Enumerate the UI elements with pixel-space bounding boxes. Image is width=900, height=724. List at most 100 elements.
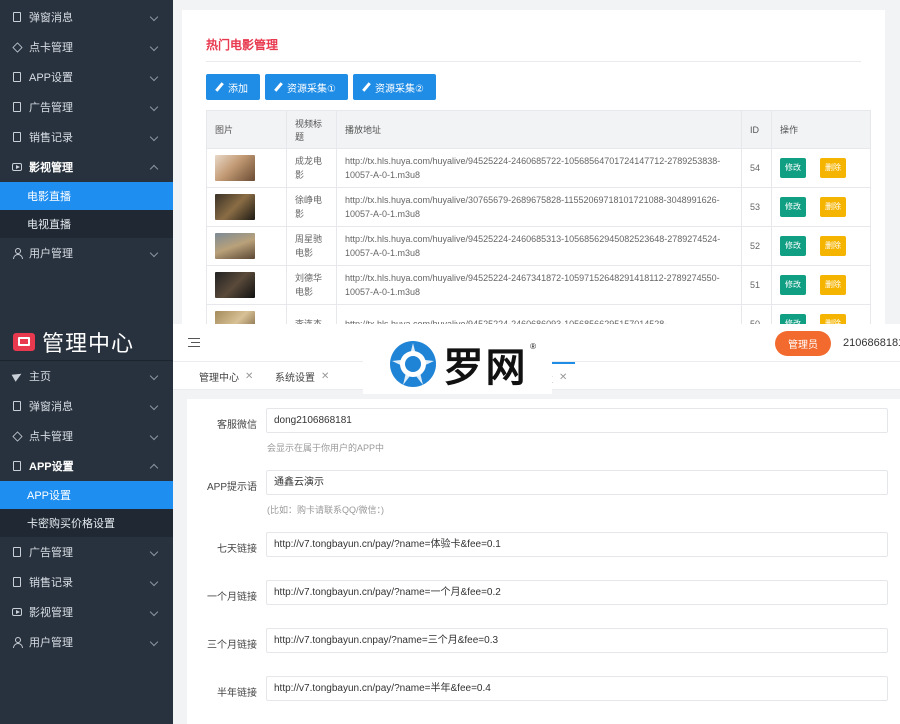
delete-button[interactable]: 删除 [820, 197, 846, 217]
field-label: 半年链接 [217, 688, 257, 699]
field-label: 一个月链接 [207, 592, 257, 603]
delete-button[interactable]: 删除 [820, 275, 846, 295]
sidebar-item-app-settings[interactable]: APP设置 [0, 62, 173, 92]
movie-url: http://tx.hls.huya.com/huyalive/94525224… [336, 304, 742, 324]
chevron-down-icon [149, 607, 159, 617]
chevron-down-icon [149, 637, 159, 647]
field-label: 七天链接 [217, 544, 257, 555]
table-row: 刘德华电影 http://tx.hls.huya.com/huyalive/94… [206, 265, 871, 305]
sidebar-item-video-management[interactable]: 影视管理 [0, 152, 173, 182]
sidebar-item-app-settings[interactable]: APP设置 [0, 451, 173, 481]
movie-table: 图片 视频标题 播放地址 ID 操作 成龙电影 http://tx.hls.hu… [206, 110, 871, 324]
edit-button[interactable]: 修改 [780, 236, 806, 256]
sidebar-item-ad-management[interactable]: 广告管理 [0, 537, 173, 567]
chevron-down-icon [149, 577, 159, 587]
sidebar-item-label: APP设置 [29, 72, 74, 84]
collect-resource-2-button[interactable]: 资源采集② [352, 74, 436, 100]
sidebar-item-sales-records[interactable]: 销售记录 [0, 122, 173, 152]
sidebar-item-card-management[interactable]: 点卡管理 [0, 32, 173, 62]
tab-system-settings[interactable]: 系统设置 ✕ [275, 362, 329, 390]
add-button[interactable]: 添加 [206, 74, 260, 100]
play-icon [12, 607, 22, 617]
admin-role-button[interactable]: 管理员 [775, 331, 831, 356]
sidebar-item-sales-records[interactable]: 销售记录 [0, 567, 173, 597]
half-year-link-input[interactable]: http://v7.tongbayun.cn/pay/?name=半年&fee=… [266, 676, 888, 701]
chevron-down-icon [149, 72, 159, 82]
field-hint: 会显示在属于你用户的APP中 [267, 443, 385, 453]
doc-icon [12, 577, 22, 587]
chevron-down-icon [149, 132, 159, 142]
one-month-link-input[interactable]: http://v7.tongbayun.cn/pay/?name=一个月&fee… [266, 580, 888, 605]
sidebar-item-video-management[interactable]: 影视管理 [0, 597, 173, 627]
sidebar-item-card-management[interactable]: 点卡管理 [0, 421, 173, 451]
brand-title: 管理中心 [42, 331, 135, 356]
chevron-up-icon [149, 164, 159, 174]
sidebar-item-ad-management[interactable]: 广告管理 [0, 92, 173, 122]
tab-label: 系统设置 [275, 372, 315, 384]
user-icon [12, 248, 23, 259]
globe-logo-icon [389, 341, 436, 387]
sidebar-item-label: 广告管理 [29, 547, 73, 559]
three-month-link-input[interactable]: http://v7.tongbayun.cnpay/?name=三个月&fee=… [266, 628, 888, 653]
chevron-down-icon [149, 401, 159, 411]
sidebar-subitem-tv-live[interactable]: 电视直播 [0, 210, 173, 238]
sidebar-item-home[interactable]: 主页 [0, 361, 173, 391]
delete-button[interactable]: 删除 [820, 236, 846, 256]
brand: 管理中心 [0, 324, 173, 360]
tab-admin-center[interactable]: 管理中心 ✕ [199, 362, 253, 390]
edit-button[interactable]: 修改 [780, 158, 806, 178]
close-icon[interactable]: ✕ [245, 371, 253, 382]
edit-button[interactable]: 修改 [780, 314, 806, 324]
add-button-label: 添加 [228, 83, 248, 95]
movie-title: 徐峥电影 [286, 187, 337, 227]
collect-1-label: 资源采集① [287, 83, 336, 95]
service-wechat-input[interactable]: dong2106868181 [266, 408, 888, 433]
table-row: 李连杰 http://tx.hls.huya.com/huyalive/9452… [206, 304, 871, 324]
menu-toggle-icon[interactable] [188, 338, 200, 347]
chevron-down-icon [149, 547, 159, 557]
top-sidebar: 弹窗消息 点卡管理 APP设置 广告管理 销售记录 影视管理 电影直播 电视直播… [0, 0, 173, 324]
bottom-sidebar: 管理中心 主页 弹窗消息 点卡管理 APP设置 APP设置 卡密购买价格设置 广… [0, 324, 173, 724]
sidebar-subitem-app-settings[interactable]: APP设置 [0, 481, 173, 509]
sidebar-item-user-management[interactable]: 用户管理 [0, 238, 173, 268]
close-icon[interactable]: ✕ [321, 371, 329, 382]
movie-url: http://tx.hls.huya.com/huyalive/30765679… [336, 187, 742, 227]
chevron-down-icon [149, 371, 159, 381]
close-icon[interactable]: ✕ [559, 372, 567, 383]
delete-button[interactable]: 删除 [820, 158, 846, 178]
doc-icon [12, 132, 22, 142]
column-header: 操作 [771, 110, 871, 149]
movie-id: 51 [741, 265, 772, 305]
toolbar: 添加 资源采集① 资源采集② [206, 74, 436, 100]
app-tip-input[interactable]: 通鑫云演示 [266, 470, 888, 495]
collect-resource-1-button[interactable]: 资源采集① [265, 74, 348, 100]
watermark-logo: 罗网 ® [363, 334, 552, 394]
cube-icon [11, 430, 23, 442]
column-header: 播放地址 [336, 110, 742, 149]
sidebar-subitem-card-price-settings[interactable]: 卡密购买价格设置 [0, 509, 173, 537]
doc-icon [12, 12, 22, 22]
movie-thumbnail [215, 272, 255, 298]
column-header: 视频标题 [286, 110, 337, 149]
sidebar-item-label: 用户管理 [29, 248, 73, 260]
edit-button[interactable]: 修改 [780, 197, 806, 217]
sidebar-item-popup-messages[interactable]: 弹窗消息 [0, 2, 173, 32]
table-row: 成龙电影 http://tx.hls.huya.com/huyalive/945… [206, 148, 871, 188]
movie-title: 成龙电影 [286, 148, 337, 188]
edit-button[interactable]: 修改 [780, 275, 806, 295]
movie-thumbnail [215, 311, 255, 324]
send-icon [11, 370, 23, 382]
sidebar-item-label: 弹窗消息 [29, 12, 73, 24]
user-icon [12, 637, 23, 648]
sidebar-subitem-movie-live[interactable]: 电影直播 [0, 182, 173, 210]
movie-thumbnail [215, 233, 255, 259]
sidebar-item-label: 销售记录 [29, 577, 73, 589]
cube-icon [11, 41, 23, 53]
table-header: 图片 视频标题 播放地址 ID 操作 [206, 110, 871, 149]
delete-button[interactable]: 删除 [820, 314, 846, 324]
sidebar-item-popup-messages[interactable]: 弹窗消息 [0, 391, 173, 421]
sidebar-item-user-management[interactable]: 用户管理 [0, 627, 173, 657]
seven-day-link-input[interactable]: http://v7.tongbayun.cn/pay/?name=体验卡&fee… [266, 532, 888, 557]
sidebar-item-label: 主页 [29, 371, 51, 383]
tv-logo-icon [13, 333, 35, 351]
